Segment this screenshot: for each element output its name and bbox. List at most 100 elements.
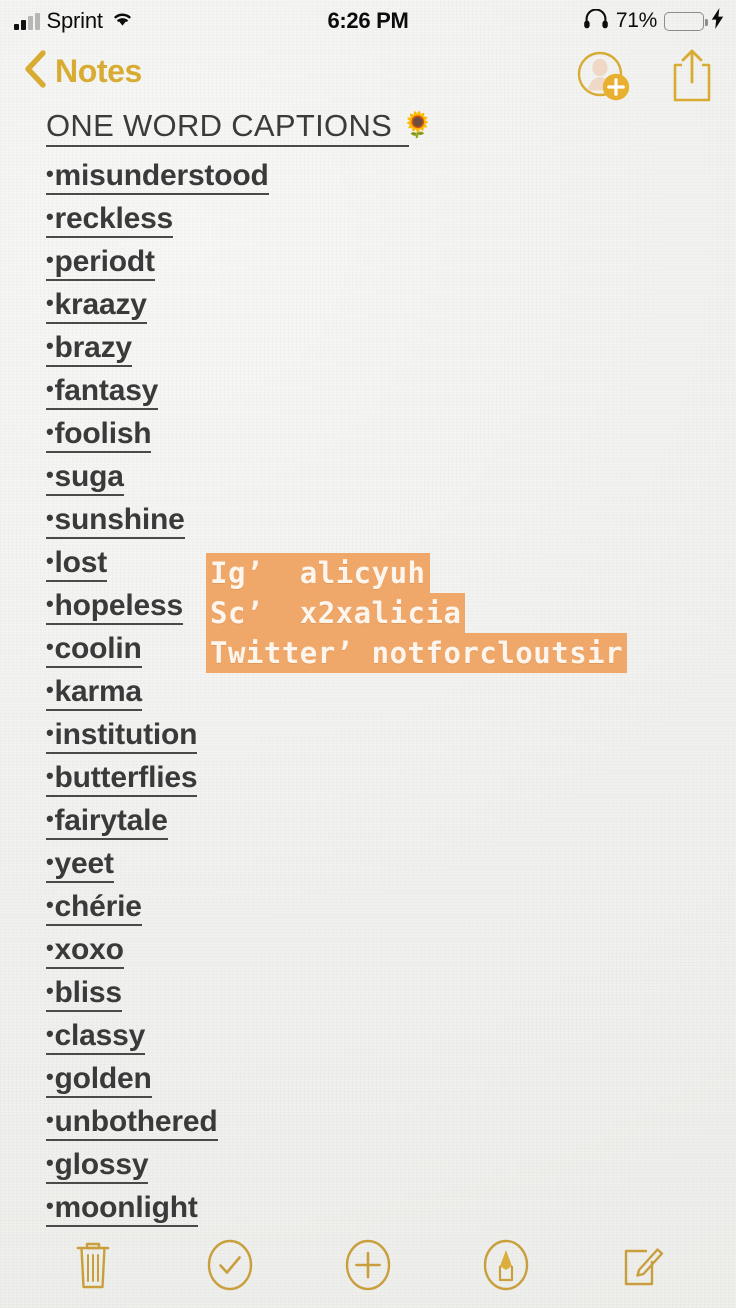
list-item[interactable]: • xoxo: [46, 926, 736, 969]
list-item[interactable]: • foolish: [46, 410, 736, 453]
list-item[interactable]: • brazy: [46, 324, 736, 367]
list-item[interactable]: • coolin: [46, 625, 736, 668]
caption-item: • sunshine: [46, 504, 185, 539]
caption-item-label: chérie: [54, 890, 142, 924]
bullet-icon: •: [46, 1150, 54, 1176]
caption-item: • reckless: [46, 203, 173, 238]
compose-button[interactable]: [614, 1236, 672, 1294]
caption-item: • coolin: [46, 633, 142, 668]
add-attachment-button[interactable]: [339, 1236, 397, 1294]
markup-button[interactable]: [477, 1236, 535, 1294]
share-button[interactable]: [668, 48, 716, 109]
bottom-toolbar: [0, 1221, 736, 1308]
caption-item: • brazy: [46, 332, 132, 367]
chevron-left-icon: [24, 50, 46, 93]
bullet-icon: •: [46, 849, 54, 875]
status-bar-right: 71%: [583, 0, 724, 42]
caption-item-label: institution: [54, 718, 198, 752]
list-item[interactable]: • lost: [46, 539, 736, 582]
checklist-button[interactable]: [201, 1236, 259, 1294]
caption-item: • periodt: [46, 246, 155, 281]
bullet-icon: •: [46, 505, 54, 531]
caption-item: • lost: [46, 547, 107, 582]
bullet-icon: •: [46, 204, 54, 230]
list-item[interactable]: • sunshine: [46, 496, 736, 539]
list-item[interactable]: • glossy: [46, 1141, 736, 1184]
battery-percent-label: 71%: [615, 9, 657, 32]
note-title: ONE WORD CAPTIONS 🌻: [46, 106, 433, 147]
add-person-button[interactable]: [576, 50, 632, 107]
bullet-icon: •: [46, 376, 54, 402]
caption-item-label: golden: [54, 1062, 152, 1096]
list-item[interactable]: • fantasy: [46, 367, 736, 410]
caption-item-label: kraazy: [54, 288, 147, 322]
list-item[interactable]: • hopeless: [46, 582, 736, 625]
bullet-icon: •: [46, 1107, 54, 1133]
bullet-icon: •: [46, 634, 54, 660]
caption-item: • classy: [46, 1020, 145, 1055]
list-item[interactable]: • butterflies: [46, 754, 736, 797]
back-to-notes-button[interactable]: Notes: [24, 50, 142, 93]
list-item[interactable]: • fairytale: [46, 797, 736, 840]
caption-item-label: xoxo: [54, 933, 124, 967]
caption-item-label: hopeless: [54, 589, 184, 623]
caption-item: • fantasy: [46, 375, 158, 410]
note-content[interactable]: ONE WORD CAPTIONS 🌻 • misunderstood • reckl…: [0, 106, 736, 1227]
clock-label: 6:26 PM: [327, 8, 409, 33]
add-person-icon: [577, 51, 630, 101]
bullet-icon: •: [46, 419, 54, 445]
caption-item-label: reckless: [54, 202, 174, 236]
list-item[interactable]: • yeet: [46, 840, 736, 883]
bullet-icon: •: [46, 591, 54, 617]
pen-circle-icon: [483, 1239, 528, 1290]
bullet-icon: •: [46, 247, 54, 273]
caption-item-label: coolin: [54, 632, 142, 666]
caption-item: • suga: [46, 461, 124, 496]
caption-item: • unbothered: [46, 1106, 218, 1141]
list-item[interactable]: • chérie: [46, 883, 736, 926]
caption-item-label: fantasy: [54, 374, 159, 408]
caption-item-label: sunshine: [54, 503, 185, 537]
list-item[interactable]: • periodt: [46, 238, 736, 281]
list-item[interactable]: • suga: [46, 453, 736, 496]
caption-item: • golden: [46, 1063, 152, 1098]
delete-button[interactable]: [64, 1236, 122, 1294]
list-item[interactable]: • misunderstood: [46, 152, 736, 195]
list-item[interactable]: • classy: [46, 1012, 736, 1055]
list-item[interactable]: • institution: [46, 711, 736, 754]
list-item[interactable]: • unbothered: [46, 1098, 736, 1141]
caption-item-label: periodt: [54, 245, 155, 279]
check-circle-icon: [208, 1239, 253, 1290]
compose-icon: [624, 1247, 664, 1285]
bullet-icon: •: [46, 161, 54, 187]
share-icon: [673, 49, 711, 102]
plus-circle-icon: [345, 1239, 391, 1290]
caption-item: • butterflies: [46, 761, 198, 797]
list-item[interactable]: • kraazy: [46, 281, 736, 324]
caption-item-label: misunderstood: [54, 159, 269, 193]
caption-item: • yeet: [46, 848, 114, 883]
caption-item: • chérie: [46, 891, 142, 926]
caption-item-label: bliss: [54, 976, 123, 1010]
caption-item: • glossy: [46, 1148, 149, 1184]
note-title-text: ONE WORD CAPTIONS: [46, 107, 393, 143]
battery-icon: [664, 11, 708, 31]
headphones-icon: [583, 8, 609, 34]
caption-item: • foolish: [46, 418, 152, 453]
caption-item-label: moonlight: [54, 1191, 198, 1225]
caption-item-label: butterflies: [54, 761, 198, 795]
sunflower-emoji-icon: 🌻: [402, 111, 434, 139]
lightning-bolt-icon: [711, 8, 724, 34]
list-item[interactable]: • karma: [46, 668, 736, 711]
caption-item-label: fairytale: [54, 804, 168, 838]
trash-icon: [76, 1242, 110, 1288]
list-item[interactable]: • golden: [46, 1055, 736, 1098]
caption-item-label: glossy: [54, 1148, 149, 1182]
list-item[interactable]: • bliss: [46, 969, 736, 1012]
caption-item-label: lost: [54, 546, 108, 580]
caption-item: • karma: [46, 676, 142, 711]
bullet-icon: •: [46, 1021, 54, 1047]
list-item[interactable]: • reckless: [46, 195, 736, 238]
caption-item: • bliss: [46, 977, 122, 1012]
navigation-actions: [576, 48, 716, 109]
